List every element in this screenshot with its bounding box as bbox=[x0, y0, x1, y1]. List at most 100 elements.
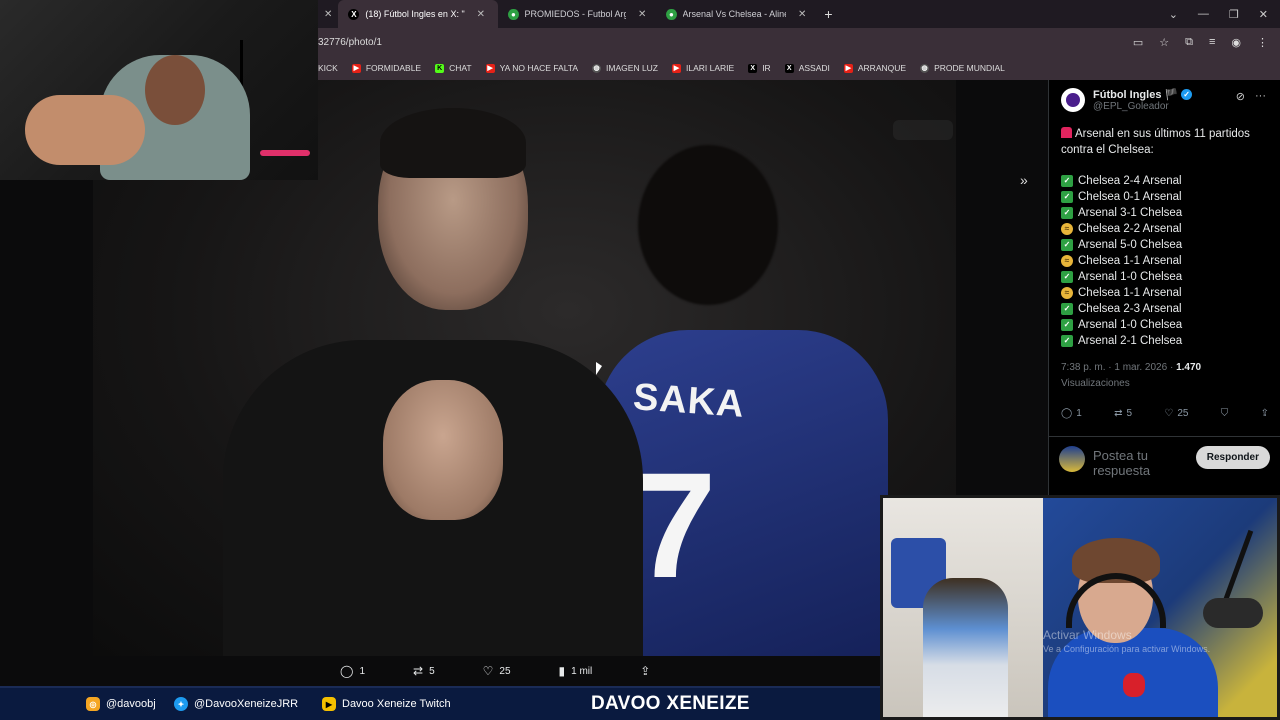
new-tab-button[interactable]: + bbox=[816, 6, 840, 22]
collapse-panel-icon[interactable]: » bbox=[1020, 172, 1028, 188]
tab-futbol-ingles[interactable]: X (18) Fútbol Ingles en X: " ✕ bbox=[338, 0, 499, 28]
check-mark-icon: ✓ bbox=[1061, 271, 1073, 283]
cast-icon[interactable]: ▭ bbox=[1133, 36, 1143, 49]
avatar[interactable] bbox=[1061, 88, 1085, 112]
tab-close-left[interactable]: ✕ bbox=[318, 0, 338, 28]
grok-icon[interactable]: ⊘ bbox=[1236, 90, 1245, 103]
background-ui-ghost bbox=[893, 120, 953, 140]
close-icon[interactable]: ✕ bbox=[324, 9, 332, 20]
result-line: ✓ Chelsea 2-3 Arsenal bbox=[1061, 301, 1276, 317]
result-line: ≈ Chelsea 1-1 Arsenal bbox=[1061, 253, 1276, 269]
repost-action[interactable]: ⇄ 5 bbox=[1114, 408, 1132, 419]
tab-search-icon[interactable]: ⌄ bbox=[1169, 8, 1178, 21]
check-mark-icon: ✓ bbox=[1061, 239, 1073, 251]
check-mark-icon: ✓ bbox=[1061, 335, 1073, 347]
jersey-name: SAKA bbox=[631, 376, 747, 426]
author-name[interactable]: Fútbol Ingles 🏴 ✓ bbox=[1093, 88, 1193, 101]
tab-arsenal-chelsea[interactable]: ● Arsenal Vs Chelsea - Alineacio ✕ bbox=[656, 0, 816, 28]
tweet-timestamp[interactable]: 7:38 p. m. · 1 mar. 2026 · bbox=[1061, 362, 1176, 373]
minimize-button[interactable]: — bbox=[1198, 8, 1209, 20]
bookmark-label: FORMIDABLE bbox=[365, 63, 422, 73]
soccer-ball-icon: ● bbox=[508, 8, 519, 20]
watermark-line: Ve a Configuración para activar Windows. bbox=[1043, 643, 1211, 654]
like-action[interactable]: ♡ 25 bbox=[483, 664, 511, 678]
streamer-brand: DAVOO XENEIZE bbox=[591, 693, 750, 714]
bookmark-ya-no-hace-falta[interactable]: ▶ YA NO HACE FALTA bbox=[485, 63, 579, 73]
bookmark-kick[interactable]: KICK bbox=[318, 63, 338, 73]
result-line: ≈ Chelsea 2-2 Arsenal bbox=[1061, 221, 1276, 237]
tab-label: (18) Fútbol Ingles en X: " bbox=[365, 9, 465, 19]
tweet-header-actions: ⊘ ··· bbox=[1236, 90, 1266, 103]
check-mark-icon: ✓ bbox=[1061, 191, 1073, 203]
share-action[interactable]: ⇪ bbox=[640, 664, 650, 678]
close-icon[interactable]: ✕ bbox=[477, 9, 485, 20]
views-count: 1 mil bbox=[571, 665, 593, 677]
reply-count: 1 bbox=[1076, 408, 1082, 419]
share-action[interactable]: ⇪ bbox=[1261, 408, 1269, 419]
person-head bbox=[145, 55, 205, 125]
bookmark-label: PRODE MUNDIAL bbox=[934, 63, 1005, 73]
reply-button[interactable]: Responder bbox=[1195, 446, 1270, 469]
close-icon[interactable]: ✕ bbox=[638, 9, 646, 20]
webcam-top-left bbox=[0, 0, 318, 180]
windows-activation-watermark: Activar Windows Ve a Configuración para … bbox=[1043, 628, 1210, 655]
person-arm bbox=[25, 95, 145, 165]
repost-action[interactable]: ⇄ 5 bbox=[413, 664, 435, 678]
bar-chart-icon: ▮ bbox=[558, 664, 566, 678]
tweet-actions: ◯ 1 ⇄ 5 ♡ 25 ⛉ ⇪ bbox=[1061, 408, 1269, 419]
views-action[interactable]: ▮ 1 mil bbox=[559, 664, 593, 678]
result-line: ✓ Arsenal 5-0 Chelsea bbox=[1061, 237, 1276, 253]
bookmark-ilari-larie[interactable]: ▶ ILARI LARIE bbox=[672, 63, 734, 73]
maximize-button[interactable]: ❐ bbox=[1229, 8, 1239, 21]
result-text: Arsenal 2-1 Chelsea bbox=[1078, 335, 1183, 347]
bookmark-chat[interactable]: K CHAT bbox=[435, 63, 472, 73]
result-text: Arsenal 1-0 Chelsea bbox=[1078, 271, 1183, 283]
bookmark-arranque[interactable]: ▶ ARRANQUE bbox=[843, 63, 906, 73]
bookmark-star-icon[interactable]: ☆ bbox=[1159, 36, 1169, 49]
like-action[interactable]: ♡ 25 bbox=[1164, 408, 1188, 419]
comment-icon: ◯ bbox=[340, 664, 354, 678]
tweet-views-count: 1.470 bbox=[1176, 362, 1202, 373]
menu-icon[interactable]: ⋮ bbox=[1257, 36, 1268, 49]
reply-action[interactable]: ◯ 1 bbox=[1061, 408, 1082, 419]
profile-avatar[interactable]: ◉ bbox=[1231, 36, 1241, 49]
bookmark-imagen-luz[interactable]: ◍ IMAGEN LUZ bbox=[592, 63, 658, 73]
bookmark-action[interactable]: ⛉ bbox=[1221, 408, 1229, 419]
bookmark-label: IMAGEN LUZ bbox=[606, 63, 658, 73]
twitter-handle: ✦ @DavooXeneizeJRR bbox=[174, 697, 298, 711]
microphone-arm bbox=[1203, 528, 1273, 628]
result-line: ✓ Chelsea 2-4 Arsenal bbox=[1061, 173, 1276, 189]
bookmark-formidable[interactable]: ▶ FORMIDABLE bbox=[351, 63, 422, 73]
bookmark-ir[interactable]: X IR bbox=[748, 63, 771, 73]
handshake-icon: ≈ bbox=[1061, 223, 1073, 235]
tab-promiedos[interactable]: ● PROMIEDOS - Futbol Argentino ✕ bbox=[498, 0, 656, 28]
reply-input[interactable]: Postea tu respuesta bbox=[1093, 448, 1173, 478]
avatar bbox=[1059, 446, 1085, 472]
url-field[interactable]: 32776/photo/1 bbox=[318, 37, 382, 48]
siren-icon bbox=[1061, 127, 1072, 138]
extensions-icon[interactable]: ⧉ bbox=[1185, 36, 1193, 49]
photo-action-bar: ◯ 1 ⇄ 5 ♡ 25 ▮ 1 mil ⇪ bbox=[340, 664, 650, 678]
close-icon[interactable]: ✕ bbox=[798, 9, 806, 20]
bookmark-label: YA NO HACE FALTA bbox=[499, 63, 579, 73]
heart-icon: ♡ bbox=[482, 664, 494, 678]
reading-list-icon[interactable]: ≡ bbox=[1209, 36, 1215, 49]
reply-count: 1 bbox=[359, 665, 365, 677]
more-options-icon[interactable]: ··· bbox=[1255, 90, 1266, 103]
close-window-button[interactable]: ✕ bbox=[1259, 8, 1268, 21]
bookmark-icon: ⛉ bbox=[1220, 408, 1229, 419]
results-list: ✓ Chelsea 2-4 Arsenal ✓ Chelsea 0-1 Arsenal… bbox=[1061, 173, 1276, 349]
result-text: Chelsea 1-1 Arsenal bbox=[1078, 255, 1182, 267]
result-line: ✓ Arsenal 3-1 Chelsea bbox=[1061, 205, 1276, 221]
twitter-bird-icon: ✦ bbox=[174, 697, 188, 711]
result-text: Arsenal 3-1 Chelsea bbox=[1078, 207, 1183, 219]
bookmark-assadi[interactable]: X ASSADI bbox=[784, 63, 830, 73]
author-handle[interactable]: @EPL_Goleador bbox=[1093, 101, 1192, 112]
tweet-views-label: Visualizaciones bbox=[1061, 378, 1130, 389]
divider bbox=[1049, 436, 1280, 437]
reply-action[interactable]: ◯ 1 bbox=[340, 664, 365, 678]
handshake-icon: ≈ bbox=[1061, 255, 1073, 267]
youtube-icon: ▶ bbox=[672, 63, 681, 73]
bookmark-prode-mundial[interactable]: ◍ PRODE MUNDIAL bbox=[920, 63, 1005, 73]
instagram-icon: ◎ bbox=[86, 697, 100, 711]
